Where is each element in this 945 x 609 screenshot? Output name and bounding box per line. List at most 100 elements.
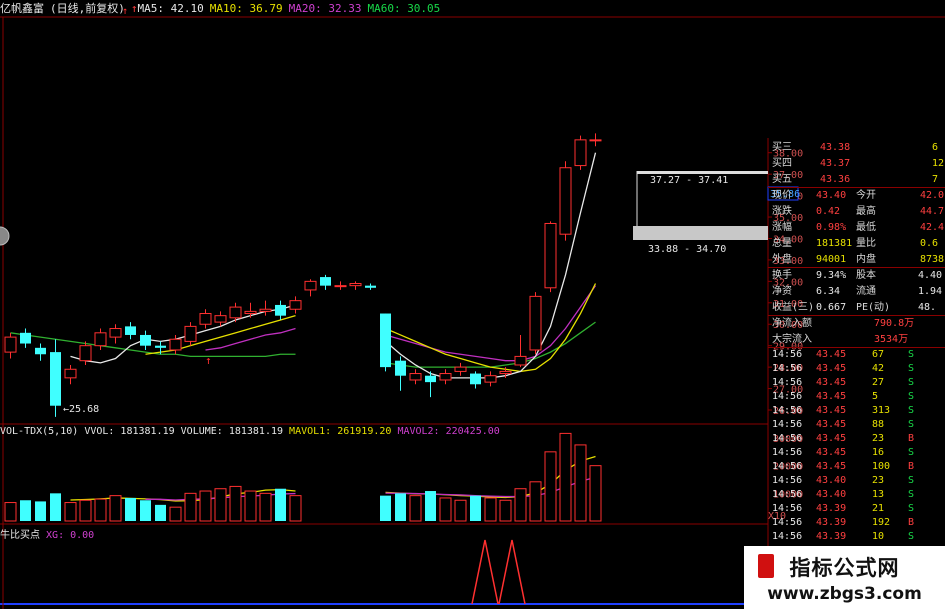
volume-bar xyxy=(199,490,212,522)
tick-side: S xyxy=(908,349,915,360)
tick-row: 14:56 43.45 27 S xyxy=(772,375,945,389)
watermark-url: www.zbgs3.com xyxy=(767,584,922,604)
tick-side: S xyxy=(908,377,915,388)
candle xyxy=(574,135,587,170)
candle-body xyxy=(425,375,436,383)
volume-bar xyxy=(125,497,136,521)
tick-row: 14:56 43.39 192 B xyxy=(772,515,945,529)
candle-body xyxy=(529,295,542,351)
bid-price: 43.37 xyxy=(820,158,851,169)
volume-bar xyxy=(544,451,557,522)
vvol-readout: VVOL: 181381.19 xyxy=(84,426,175,437)
volume-bar xyxy=(499,499,512,522)
candle-body xyxy=(184,325,197,342)
tick-volume: 88 xyxy=(872,419,885,430)
tick-side: S xyxy=(908,489,915,500)
candle-body xyxy=(79,345,92,362)
candle xyxy=(529,292,542,355)
stat-label: 现价 xyxy=(772,190,792,201)
candle-body xyxy=(229,306,242,319)
candle-body xyxy=(334,285,347,288)
tick-price: 43.45 xyxy=(816,433,847,444)
candle-body xyxy=(380,313,391,368)
flow-value: 3534万 xyxy=(874,334,909,345)
volume-bar xyxy=(109,495,122,522)
tick-price: 43.39 xyxy=(816,503,847,514)
candle xyxy=(589,133,602,147)
watermark-logo-icon xyxy=(758,554,774,578)
volume-bar xyxy=(470,495,481,521)
watermark-title: 指标公式网 xyxy=(789,556,900,580)
tick-price: 43.45 xyxy=(816,363,847,374)
tick-row: 14:56 43.39 10 S xyxy=(772,529,945,543)
tick-time: 14:56 xyxy=(772,349,803,360)
tick-time: 14:56 xyxy=(772,433,803,444)
stat-row: 总量 181381 量比 0.6 xyxy=(772,236,945,251)
bid-label: 买三 xyxy=(772,142,792,153)
candle xyxy=(199,309,212,329)
candle xyxy=(20,328,31,348)
volume-bar xyxy=(289,495,302,522)
tick-row: 14:56 43.39 21 S xyxy=(772,501,945,515)
scroll-handle-icon[interactable] xyxy=(0,226,10,246)
tick-volume: 42 xyxy=(872,363,885,374)
tick-time: 14:56 xyxy=(772,391,803,402)
tick-volume: 16 xyxy=(872,447,885,458)
tick-time: 14:56 xyxy=(772,517,803,528)
candle-body xyxy=(409,373,422,381)
candle-body xyxy=(454,366,467,372)
candle xyxy=(334,281,347,290)
volume-bar xyxy=(514,488,527,522)
candle-body xyxy=(559,167,572,235)
tick-row: 14:56 43.45 42 S xyxy=(772,361,945,375)
volume-bar xyxy=(259,492,272,522)
volume-bar xyxy=(50,493,61,521)
stat-value-2: 42.4 xyxy=(920,222,945,233)
stat-value-2: 8738 xyxy=(920,254,945,265)
mavol2-readout: MAVOL2: 220425.00 xyxy=(397,426,500,437)
bid-price: 43.36 xyxy=(820,174,851,185)
stat-value-2: 0.6 xyxy=(920,238,939,249)
candle-body xyxy=(4,336,17,353)
tick-price: 43.45 xyxy=(816,349,847,360)
candle xyxy=(259,300,272,316)
xg-readout: XG: 0.00 xyxy=(46,530,95,541)
volume-bar xyxy=(184,492,197,522)
tick-side: B xyxy=(908,433,915,444)
volume-bar xyxy=(439,497,452,522)
tick-price: 43.45 xyxy=(816,419,847,430)
volume-bar xyxy=(20,500,31,521)
bid-row: 买五 43.36 7 xyxy=(772,172,945,187)
range-label-mid: 33.88 - 34.70 xyxy=(648,244,726,255)
tick-time: 14:56 xyxy=(772,363,803,374)
volume-bar xyxy=(140,500,151,521)
candle-body xyxy=(484,375,497,383)
tick-time: 14:56 xyxy=(772,447,803,458)
candle xyxy=(109,324,122,344)
bid-label: 买四 xyxy=(772,158,792,169)
candle xyxy=(559,161,572,241)
stat-value: 43.40 xyxy=(816,190,847,201)
candle xyxy=(244,302,257,318)
watermark: 指标公式网 www.zbgs3.com xyxy=(744,546,945,609)
tick-time: 14:56 xyxy=(772,419,803,430)
range-band-mid xyxy=(633,226,768,240)
tick-volume: 10 xyxy=(872,531,885,542)
candle-body xyxy=(439,373,452,381)
tick-row: 14:56 43.45 313 S xyxy=(772,403,945,417)
candle-body xyxy=(544,222,557,289)
candle-body xyxy=(470,373,481,385)
candle xyxy=(140,330,151,350)
tick-row: 14:56 43.45 88 S xyxy=(772,417,945,431)
tick-row: 14:56 43.45 16 S xyxy=(772,445,945,459)
tick-side: S xyxy=(908,363,915,374)
bid-volume: 7 xyxy=(932,174,939,185)
stat-value: 0.42 xyxy=(816,206,841,217)
ma20-line xyxy=(205,327,296,351)
tick-row: 14:56 43.40 23 S xyxy=(772,473,945,487)
flow-row: 大宗流入 3534万 xyxy=(772,332,945,347)
tick-price: 43.39 xyxy=(816,517,847,528)
candle-body xyxy=(365,285,376,288)
volume-bar xyxy=(169,506,182,522)
stat2-label: 净资 xyxy=(772,286,792,297)
